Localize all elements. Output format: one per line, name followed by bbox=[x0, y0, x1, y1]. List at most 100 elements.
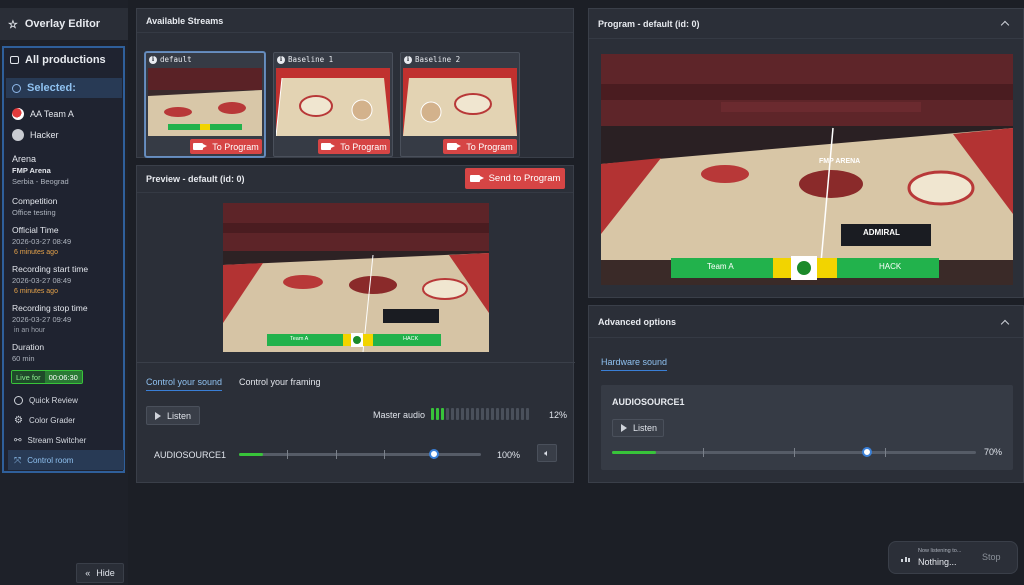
all-productions-label: All productions bbox=[25, 54, 106, 66]
hide-sidebar-button[interactable]: « Hide bbox=[76, 563, 124, 583]
all-productions-link[interactable]: All productions bbox=[10, 54, 106, 66]
color-grader-link[interactable]: ⚙ Color Grader bbox=[8, 410, 124, 430]
slider-handle[interactable] bbox=[862, 447, 872, 457]
rec-start-info: Recording start time 2026-03-27 08:49 6 … bbox=[12, 264, 88, 295]
slider-tick bbox=[287, 450, 288, 459]
send-to-program-label: Send to Program bbox=[488, 173, 561, 184]
slider-tick bbox=[885, 448, 886, 457]
listen-label: Listen bbox=[167, 410, 192, 421]
to-program-label: To Program bbox=[212, 141, 259, 152]
selected-label: Selected: bbox=[27, 82, 76, 94]
slider-tick bbox=[703, 448, 704, 457]
meter-segment bbox=[516, 408, 519, 420]
meter-segment bbox=[506, 408, 509, 420]
stream-card-default[interactable]: i default To Program bbox=[145, 52, 265, 157]
productions-panel: All productions Selected: AA Team A Hack… bbox=[2, 46, 125, 473]
collapse-advanced-button[interactable] bbox=[1000, 318, 1010, 329]
to-program-label: To Program bbox=[340, 141, 387, 152]
audiosource-label: AUDIOSOURCE1 bbox=[154, 450, 227, 460]
collapse-program-button[interactable] bbox=[1000, 19, 1010, 30]
official-time-info: Official Time 2026-03-27 08:49 6 minutes… bbox=[12, 225, 71, 256]
live-label: Live for bbox=[12, 371, 45, 383]
stream-thumbnail bbox=[276, 68, 390, 136]
court-thumbnail bbox=[148, 68, 262, 136]
to-program-label: To Program bbox=[466, 141, 513, 152]
competition-label: Competition bbox=[12, 196, 58, 206]
live-timer: 00:06:30 bbox=[44, 371, 82, 383]
scoreboard-left: Team A bbox=[707, 262, 734, 271]
info-icon: i bbox=[277, 55, 285, 64]
stream-thumbnail bbox=[403, 68, 517, 136]
rec-stop-label: Recording stop time bbox=[12, 303, 88, 313]
slider-handle[interactable] bbox=[429, 449, 439, 459]
rec-start-value: 2026-03-27 08:49 bbox=[12, 276, 72, 285]
competition-info: Competition Office testing bbox=[12, 196, 57, 217]
to-program-button[interactable]: To Program bbox=[318, 139, 390, 154]
meter-segment bbox=[501, 408, 504, 420]
stream-switcher-link[interactable]: ⚯ Stream Switcher bbox=[8, 430, 124, 450]
volume-button[interactable]: 🔈︎ bbox=[537, 444, 557, 462]
stream-card-baseline-1[interactable]: i Baseline 1 To Program bbox=[273, 52, 393, 157]
meter-segment bbox=[461, 408, 464, 420]
to-program-button[interactable]: To Program bbox=[190, 139, 262, 154]
arena-board-text: FMP ARENA bbox=[819, 158, 861, 165]
meter-segment bbox=[451, 408, 454, 420]
official-time-value: 2026-03-27 08:49 bbox=[12, 237, 72, 246]
hardware-volume-slider[interactable] bbox=[612, 447, 976, 457]
duration-label: Duration bbox=[12, 342, 45, 352]
stop-button[interactable]: Stop bbox=[982, 552, 1001, 562]
team-b-logo-icon bbox=[12, 129, 24, 141]
advanced-options-panel: Advanced options Hardware sound AUDIOSOU… bbox=[588, 305, 1024, 483]
hardware-source-card: AUDIOSOURCE1 Listen 70% bbox=[601, 385, 1013, 470]
duration-value: 60 min bbox=[12, 354, 35, 363]
meter-segment bbox=[466, 408, 469, 420]
team-a-name: AA Team A bbox=[30, 109, 74, 119]
meter-segment bbox=[521, 408, 524, 420]
stream-name-row: i Baseline 1 bbox=[277, 55, 333, 64]
meter-segment bbox=[491, 408, 494, 420]
play-icon bbox=[621, 424, 627, 432]
send-to-program-button[interactable]: Send to Program bbox=[465, 168, 565, 189]
gear-icon: ⚙ bbox=[14, 414, 23, 426]
meter-segment bbox=[441, 408, 444, 420]
official-time-label: Official Time bbox=[12, 225, 59, 235]
rec-stop-info: Recording stop time 2026-03-27 09:49 in … bbox=[12, 303, 88, 334]
rec-start-relative: 6 minutes ago bbox=[14, 288, 58, 295]
overlay-editor-button[interactable]: ☆ Overlay Editor bbox=[0, 8, 128, 40]
advanced-options-title: Advanced options bbox=[589, 306, 1023, 338]
arena-info: Arena FMP Arena Serbia - Beograd bbox=[12, 154, 69, 186]
stream-switcher-label: Stream Switcher bbox=[27, 435, 87, 445]
meter-segment bbox=[476, 408, 479, 420]
control-room-link[interactable]: ⤧ Control room bbox=[8, 450, 124, 470]
competition-value: Office testing bbox=[12, 208, 56, 217]
stream-card-baseline-2[interactable]: i Baseline 2 To Program bbox=[400, 52, 520, 157]
scoreboard-left: Team A bbox=[290, 336, 309, 342]
meter-segment bbox=[431, 408, 434, 420]
rec-stop-value: 2026-03-27 09:49 bbox=[12, 315, 72, 324]
meter-segment bbox=[511, 408, 514, 420]
to-program-button[interactable]: To Program bbox=[443, 139, 517, 154]
audiosource-slider[interactable] bbox=[239, 449, 481, 459]
meter-segment bbox=[446, 408, 449, 420]
video-camera-icon bbox=[321, 143, 336, 150]
stream-name: Baseline 2 bbox=[415, 55, 461, 64]
meter-segment bbox=[481, 408, 484, 420]
court-thumbnail bbox=[276, 68, 390, 136]
tab-hardware-sound[interactable]: Hardware sound bbox=[601, 357, 668, 371]
hardware-source-label: AUDIOSOURCE1 bbox=[612, 397, 685, 407]
sponsor-text: ADMIRAL bbox=[863, 228, 900, 237]
quick-review-link[interactable]: Quick Review bbox=[8, 390, 124, 410]
hardware-listen-button[interactable]: Listen bbox=[612, 419, 664, 437]
team-row-b[interactable]: Hacker bbox=[12, 129, 59, 141]
arena-location: Serbia - Beograd bbox=[12, 177, 69, 186]
rec-stop-relative: in an hour bbox=[14, 327, 46, 334]
divider bbox=[137, 362, 575, 363]
tab-control-framing[interactable]: Control your framing bbox=[239, 377, 321, 387]
team-row-a[interactable]: AA Team A bbox=[12, 108, 74, 120]
tab-control-sound[interactable]: Control your sound bbox=[146, 377, 223, 391]
meter-segment bbox=[471, 408, 474, 420]
stream-thumbnail bbox=[148, 68, 262, 136]
scoreboard-right: HACK bbox=[403, 336, 419, 342]
listen-button[interactable]: Listen bbox=[146, 406, 200, 425]
court-thumbnail bbox=[403, 68, 517, 136]
